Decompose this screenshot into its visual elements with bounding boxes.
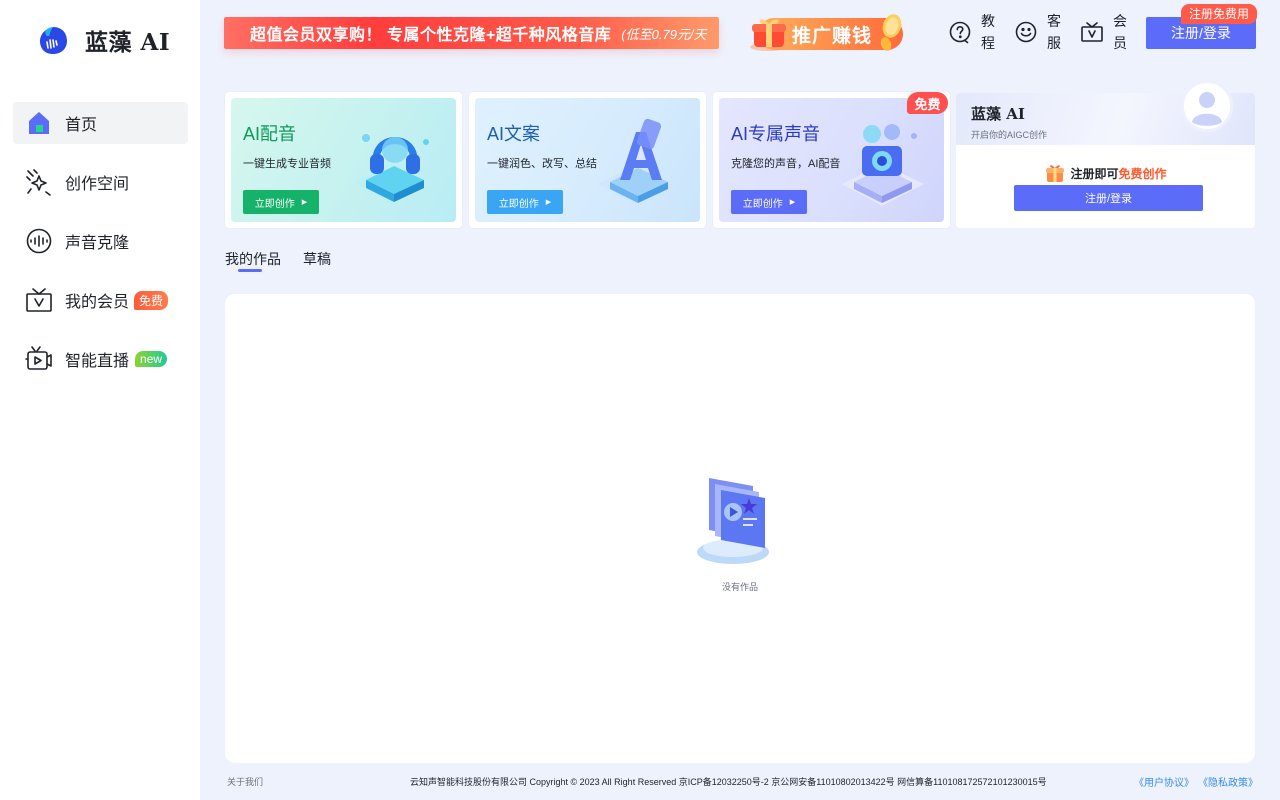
user-avatar-icon (1184, 83, 1230, 129)
letter-a-illustration-icon (598, 118, 680, 206)
profile-subtitle: 开启你的AIGC创作 (971, 130, 1048, 140)
privacy-policy-link[interactable]: 《隐私政策》 (1198, 774, 1258, 789)
brand-logo[interactable]: 蓝藻 AI (36, 22, 170, 58)
sidebar-item-label: 我的会员 (65, 294, 130, 311)
empty-state-text: 没有作品 (721, 582, 758, 592)
create-now-button[interactable]: 立即创作 ▶ (731, 190, 807, 214)
profile-login-button[interactable]: 注册/登录 (1014, 185, 1203, 211)
register-promo: 注册即可 免费创作 (956, 162, 1255, 184)
card-description: 克隆您的声音，AI配音 (731, 158, 841, 170)
free-tag: 免费 (907, 92, 948, 114)
card-description: 一键生成专业音频 (243, 158, 331, 170)
vip-icon (1081, 22, 1103, 42)
active-tab-indicator (238, 269, 262, 272)
tab-my-works[interactable]: 我的作品 (225, 249, 281, 269)
sidebar-item-label: 智能直播 (65, 353, 130, 370)
voice-wave-icon (25, 227, 53, 255)
earn-label: 推广赚钱 (792, 26, 873, 47)
sidebar-item-voice-clone[interactable]: 声音克隆 (13, 220, 188, 262)
login-free-tag: 注册免费用 (1181, 4, 1258, 24)
tutorial-link[interactable]: 教程 (948, 9, 996, 55)
sidebar: 蓝藻 AI 首页 创作空间 声音克隆 我的会员 免费 智能直播 new (0, 0, 200, 800)
button-label: 立即创作 (254, 198, 295, 210)
camera-illustration-icon (842, 124, 924, 206)
card-background: AI专属声音 克隆您的声音，AI配音 立即创作 ▶ (719, 98, 944, 222)
profile-name: 蓝藻 AI (971, 105, 1025, 123)
coin-icon (880, 14, 902, 51)
copyright-text: 云知声智能科技股份有限公司 Copyright © 2023 All Right… (410, 777, 1047, 787)
user-agreement-link[interactable]: 《用户协议》 (1134, 774, 1194, 789)
card-title: AI文案 (487, 124, 541, 144)
feature-card-ai-copywriting[interactable]: AI文案 一键润色、改写、总结 立即创作 ▶ (469, 92, 706, 228)
tab-drafts[interactable]: 草稿 (303, 249, 331, 269)
promo-highlight: 免费创作 (1118, 166, 1167, 181)
sidebar-item-home[interactable]: 首页 (13, 102, 188, 144)
membership-promo-banner[interactable]: 超值会员双享购！ 专属个性克隆+超千种风格音库 (低至0.79元/天 (224, 17, 719, 49)
card-title: AI专属声音 (731, 124, 821, 144)
button-label: 立即创作 (498, 198, 539, 210)
live-icon (25, 345, 53, 373)
brand-name: 蓝藻 AI (85, 29, 171, 56)
referral-earn-button[interactable]: 推广赚钱 (744, 12, 908, 54)
free-badge: 免费 (134, 290, 169, 310)
smile-icon (1015, 21, 1037, 43)
create-now-button[interactable]: 立即创作 ▶ (243, 190, 319, 214)
new-badge: new (135, 351, 168, 367)
customer-service-link[interactable]: 客服 (1014, 9, 1062, 55)
create-now-button[interactable]: 立即创作 ▶ (487, 190, 563, 214)
sidebar-item-label: 创作空间 (65, 176, 130, 193)
gift-icon (1046, 165, 1065, 182)
empty-works-illustration-icon (697, 478, 769, 564)
sparkle-icon (25, 168, 53, 196)
card-background: AI配音 一键生成专业音频 立即创作 ▶ (231, 98, 456, 222)
avatar[interactable] (1181, 80, 1233, 132)
sidebar-item-live[interactable]: 智能直播 new (13, 338, 188, 380)
home-icon (25, 109, 53, 137)
sidebar-nav: 首页 创作空间 声音克隆 我的会员 免费 智能直播 new (13, 102, 188, 397)
about-us-link[interactable]: 关于我们 (227, 775, 263, 788)
works-panel: 没有作品 (225, 294, 1255, 763)
tutorial-label: 教程 (981, 13, 995, 51)
play-arrow-icon: ▶ (301, 199, 308, 206)
button-label: 立即创作 (742, 198, 783, 210)
feature-card-ai-dubbing[interactable]: AI配音 一键生成专业音频 立即创作 ▶ (225, 92, 462, 228)
sidebar-item-label: 声音克隆 (65, 235, 130, 252)
membership-link[interactable]: 会员 (1080, 9, 1128, 55)
question-icon (949, 21, 971, 44)
gift-box-icon (750, 19, 786, 51)
card-description: 一键润色、改写、总结 (487, 158, 597, 170)
sidebar-item-creation-space[interactable]: 创作空间 (13, 161, 188, 203)
logo-icon (40, 27, 67, 54)
customer-service-label: 客服 (1047, 13, 1061, 51)
vip-icon (25, 286, 53, 314)
sidebar-item-label: 首页 (65, 117, 98, 134)
promo-price-text: (低至0.79元/天 (621, 26, 707, 42)
membership-label: 会员 (1113, 13, 1127, 51)
card-title: AI配音 (243, 124, 297, 144)
promo-prefix: 注册即可 (1070, 166, 1119, 181)
sidebar-item-membership[interactable]: 我的会员 免费 (13, 279, 188, 321)
card-background: AI文案 一键润色、改写、总结 立即创作 ▶ (475, 98, 700, 222)
promo-main-text: 超值会员双享购！ 专属个性克隆+超千种风格音库 (250, 27, 612, 44)
play-arrow-icon: ▶ (545, 199, 552, 206)
play-arrow-icon: ▶ (789, 199, 796, 206)
headphones-illustration-icon (354, 134, 436, 204)
